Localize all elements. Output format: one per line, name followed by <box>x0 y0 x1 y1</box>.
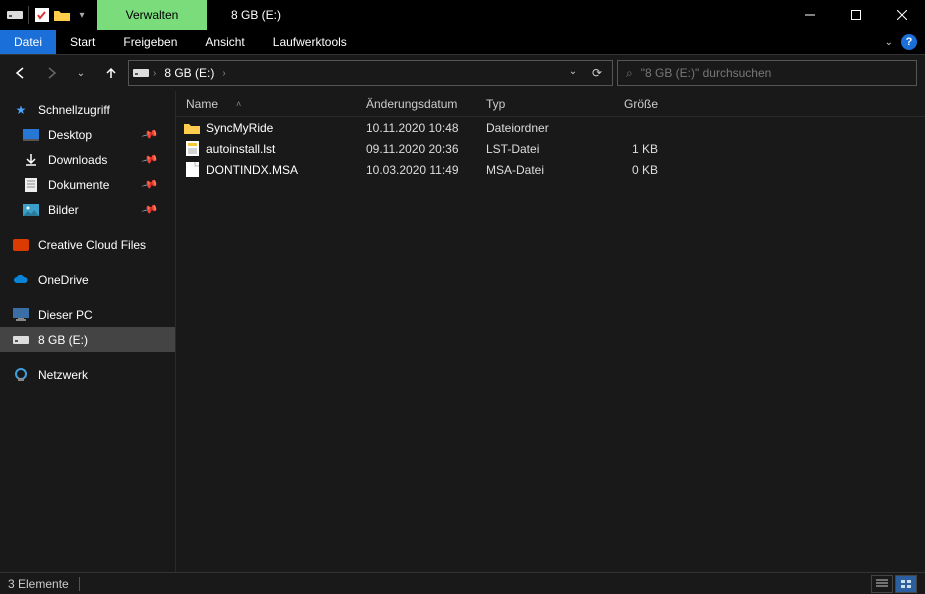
sidebar-item-drive[interactable]: 8 GB (E:) <box>0 327 175 352</box>
sidebar-item-downloads[interactable]: Downloads 📌 <box>0 147 175 172</box>
pin-icon: 📌 <box>141 200 159 218</box>
pin-icon: 📌 <box>141 150 159 168</box>
tab-file[interactable]: Datei <box>0 30 56 54</box>
column-header-type[interactable]: Typ <box>476 97 596 111</box>
tab-start[interactable]: Start <box>56 30 109 54</box>
help-icon[interactable]: ? <box>901 34 917 50</box>
file-date: 10.03.2020 11:49 <box>356 163 476 177</box>
file-name: autoinstall.lst <box>206 142 275 156</box>
pin-icon: 📌 <box>141 175 159 193</box>
pin-icon: 📌 <box>141 125 159 143</box>
file-name: SyncMyRide <box>206 121 273 135</box>
tab-drive-tools[interactable]: Laufwerktools <box>259 30 361 54</box>
view-details-button[interactable] <box>871 575 893 593</box>
pc-icon <box>12 307 30 323</box>
ribbon-collapse-icon[interactable]: ⌄ <box>885 37 893 48</box>
sidebar-item-label: 8 GB (E:) <box>38 333 88 347</box>
creative-cloud-icon <box>12 237 30 253</box>
sidebar-item-label: Netzwerk <box>38 368 88 382</box>
file-type: LST-Datei <box>476 142 596 156</box>
file-list-pane: Name˄ Änderungsdatum Typ Größe SyncMyRid… <box>175 91 925 572</box>
chevron-right-icon[interactable]: › <box>153 68 156 79</box>
sidebar-item-label: Dokumente <box>48 178 109 192</box>
back-button[interactable] <box>8 60 34 86</box>
sidebar-item-onedrive[interactable]: OneDrive <box>0 267 175 292</box>
file-type: MSA-Datei <box>476 163 596 177</box>
search-box[interactable]: ⌕ <box>617 60 917 86</box>
folder-icon[interactable] <box>53 6 71 24</box>
minimize-button[interactable] <box>787 0 833 30</box>
column-headers: Name˄ Änderungsdatum Typ Größe <box>176 91 925 117</box>
sidebar-item-label: OneDrive <box>38 273 89 287</box>
file-row[interactable]: DONTINDX.MSA 10.03.2020 11:49MSA-Datei0 K… <box>176 159 925 180</box>
file-row[interactable]: autoinstall.lst 09.11.2020 20:36LST-Datei… <box>176 138 925 159</box>
star-icon: ★ <box>12 102 30 118</box>
sidebar-item-this-pc[interactable]: Dieser PC <box>0 302 175 327</box>
tab-view[interactable]: Ansicht <box>191 30 258 54</box>
column-header-name[interactable]: Name˄ <box>176 97 356 111</box>
search-icon: ⌕ <box>626 66 633 81</box>
qat-dropdown-icon[interactable]: ▾ <box>73 6 91 24</box>
drive-icon <box>12 332 30 348</box>
file-size: 0 KB <box>596 163 676 177</box>
recent-locations-button[interactable]: ⌄ <box>68 60 94 86</box>
sidebar-item-network[interactable]: Netzwerk <box>0 362 175 387</box>
tab-share[interactable]: Freigeben <box>109 30 191 54</box>
document-icon <box>22 177 40 193</box>
forward-button[interactable] <box>38 60 64 86</box>
file-icon <box>184 162 200 178</box>
drive-icon <box>6 6 24 24</box>
sidebar-item-label: Creative Cloud Files <box>38 238 146 252</box>
drive-icon <box>133 67 149 79</box>
network-icon <box>12 367 30 383</box>
search-input[interactable] <box>641 66 908 80</box>
chevron-right-icon[interactable]: › <box>222 68 225 79</box>
view-large-icons-button[interactable] <box>895 575 917 593</box>
separator <box>28 6 29 24</box>
file-date: 10.11.2020 10:48 <box>356 121 476 135</box>
folder-icon <box>184 120 200 136</box>
sidebar-item-pictures[interactable]: Bilder 📌 <box>0 197 175 222</box>
sidebar-item-label: Schnellzugriff <box>38 103 110 117</box>
sort-indicator-icon: ˄ <box>236 99 241 109</box>
sidebar-item-label: Desktop <box>48 128 92 142</box>
address-dropdown-icon[interactable]: ⌄ <box>562 66 584 80</box>
sidebar-item-quick-access[interactable]: ★ Schnellzugriff <box>0 97 175 122</box>
file-type: Dateiordner <box>476 121 596 135</box>
downloads-icon <box>22 152 40 168</box>
sidebar-item-desktop[interactable]: Desktop 📌 <box>0 122 175 147</box>
file-name: DONTINDX.MSA <box>206 163 298 177</box>
refresh-icon[interactable]: ⟳ <box>586 66 608 80</box>
desktop-icon <box>22 127 40 143</box>
title-bar: ▾ Verwalten 8 GB (E:) <box>0 0 925 30</box>
file-date: 09.11.2020 20:36 <box>356 142 476 156</box>
address-bar[interactable]: › 8 GB (E:) › ⌄ ⟳ <box>128 60 613 86</box>
sidebar-item-label: Bilder <box>48 203 79 217</box>
column-header-date[interactable]: Änderungsdatum <box>356 97 476 111</box>
status-item-count: 3 Elemente <box>8 577 69 591</box>
pictures-icon <box>22 202 40 218</box>
maximize-button[interactable] <box>833 0 879 30</box>
sidebar-item-documents[interactable]: Dokumente 📌 <box>0 172 175 197</box>
cloud-icon <box>12 272 30 288</box>
ribbon-tabs: Datei Start Freigeben Ansicht Laufwerkto… <box>0 30 925 55</box>
file-row[interactable]: SyncMyRide 10.11.2020 10:48Dateiordner <box>176 117 925 138</box>
breadcrumb-segment[interactable]: 8 GB (E:) <box>160 66 218 80</box>
separator <box>79 577 80 591</box>
sidebar-item-creative-cloud[interactable]: Creative Cloud Files <box>0 232 175 257</box>
column-header-size[interactable]: Größe <box>596 97 676 111</box>
window-title: 8 GB (E:) <box>231 8 281 22</box>
quick-access-toolbar: ▾ <box>0 0 97 30</box>
navigation-bar: ⌄ › 8 GB (E:) › ⌄ ⟳ ⌕ <box>0 55 925 91</box>
lst-icon <box>184 141 200 157</box>
file-size: 1 KB <box>596 142 676 156</box>
status-bar: 3 Elemente <box>0 572 925 594</box>
manage-contextual-tab[interactable]: Verwalten <box>97 0 207 30</box>
up-button[interactable] <box>98 60 124 86</box>
navigation-pane[interactable]: ★ Schnellzugriff Desktop 📌 Downloads 📌 D… <box>0 91 175 572</box>
properties-icon[interactable] <box>33 6 51 24</box>
sidebar-item-label: Downloads <box>48 153 107 167</box>
sidebar-item-label: Dieser PC <box>38 308 93 322</box>
close-button[interactable] <box>879 0 925 30</box>
